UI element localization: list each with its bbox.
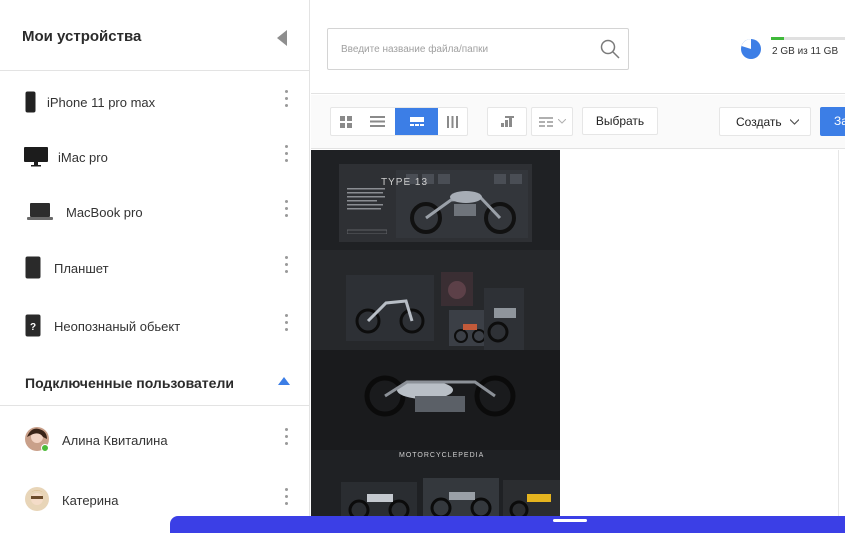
- device-label: MacBook pro: [66, 205, 143, 220]
- sidebar-header: Мои устройства: [0, 0, 309, 71]
- more-options-icon[interactable]: [285, 428, 289, 450]
- preview-icon: [409, 117, 424, 126]
- device-item-imac[interactable]: iMac pro: [0, 137, 309, 177]
- group-by-dropdown[interactable]: [531, 107, 573, 136]
- more-options-icon[interactable]: [285, 488, 289, 510]
- toolbar: Выбрать Создать За: [311, 95, 845, 149]
- connected-users-title: Подключенные пользователи: [25, 375, 234, 391]
- bottom-drawer-bar[interactable]: [170, 516, 845, 533]
- storage-quota-bar: [771, 37, 845, 40]
- device-label: Неопознаный обьект: [54, 319, 181, 334]
- storage-quota-fill: [771, 37, 785, 40]
- motorcycle-image: [341, 482, 417, 520]
- collapse-sidebar-icon[interactable]: [277, 30, 287, 46]
- more-options-icon[interactable]: [285, 256, 289, 278]
- monitor-icon: [24, 147, 48, 167]
- online-status-icon: [41, 444, 49, 452]
- storage-pie-icon: [741, 39, 761, 59]
- view-mode-group: [330, 107, 468, 136]
- connected-users-header[interactable]: Подключенные пользователи: [0, 362, 309, 406]
- column-view-button[interactable]: [438, 108, 467, 135]
- image-preview[interactable]: TYPE 13 MOTORCYCLEPEDIA: [311, 150, 560, 520]
- collapse-up-icon[interactable]: [278, 377, 290, 385]
- motorcycle-image: [484, 288, 524, 350]
- motorcycle-image: [503, 480, 560, 520]
- sidebar: Мои устройства iPhone 11 pro max iMac pr…: [0, 0, 310, 533]
- preview-caption: MOTORCYCLEPEDIA: [399, 452, 485, 459]
- columns-icon: [447, 115, 458, 128]
- list-icon: [370, 116, 385, 127]
- avatar: [25, 487, 49, 511]
- drag-handle[interactable]: [553, 519, 587, 522]
- more-options-icon[interactable]: [285, 145, 289, 167]
- create-dropdown[interactable]: Создать: [719, 107, 811, 136]
- device-item-iphone[interactable]: iPhone 11 pro max: [0, 82, 309, 122]
- device-label: iMac pro: [58, 150, 108, 165]
- search-box: [327, 28, 629, 70]
- sidebar-title: Мои устройства: [22, 28, 142, 45]
- motorcycle-image: [346, 275, 434, 341]
- primary-action-button[interactable]: За: [820, 107, 845, 136]
- more-options-icon[interactable]: [285, 90, 289, 112]
- unknown-device-icon: ?: [25, 314, 41, 337]
- grid-icon: [339, 115, 352, 128]
- select-button[interactable]: Выбрать: [582, 107, 658, 135]
- file-preview-area: TYPE 13 MOTORCYCLEPEDIA: [311, 150, 845, 533]
- device-label: iPhone 11 pro max: [47, 95, 156, 110]
- divider: [838, 150, 839, 533]
- chevron-down-icon: [557, 119, 566, 124]
- motorcycle-image: [423, 478, 499, 520]
- preview-title: TYPE 13: [381, 177, 429, 188]
- svg-text:?: ?: [30, 322, 36, 333]
- device-item-tablet[interactable]: Планшет: [0, 248, 309, 288]
- motorcycle-image: [441, 272, 473, 306]
- search-icon[interactable]: [600, 39, 620, 59]
- device-label: Планшет: [54, 261, 109, 276]
- user-item[interactable]: Алина Квиталина: [0, 420, 309, 460]
- more-options-icon[interactable]: [285, 314, 289, 336]
- sort-button[interactable]: [487, 107, 527, 136]
- user-item[interactable]: Катерина: [0, 480, 309, 520]
- create-label: Создать: [736, 114, 782, 129]
- table-icon: [538, 116, 553, 127]
- storage-quota-text: 2 GB из 11 GB: [772, 46, 839, 57]
- user-name: Катерина: [62, 493, 119, 508]
- laptop-icon: [27, 203, 53, 220]
- device-item-unknown[interactable]: ? Неопознаный обьект: [0, 306, 309, 346]
- more-options-icon[interactable]: [285, 200, 289, 222]
- chevron-down-icon: [789, 118, 799, 125]
- list-view-button[interactable]: [360, 108, 395, 135]
- preview-view-button[interactable]: [395, 108, 438, 135]
- device-item-macbook[interactable]: MacBook pro: [0, 192, 309, 232]
- user-name: Алина Квиталина: [62, 433, 168, 448]
- phone-icon: [25, 91, 36, 113]
- search-input[interactable]: [328, 29, 588, 69]
- grid-view-button[interactable]: [331, 108, 360, 135]
- tablet-icon: [25, 256, 41, 279]
- top-bar: 2 GB из 11 GB: [311, 0, 845, 94]
- preview-text-block: [347, 188, 387, 234]
- sort-icon: [500, 116, 514, 127]
- motorcycle-image: [364, 375, 516, 417]
- motorcycle-image: [449, 310, 489, 346]
